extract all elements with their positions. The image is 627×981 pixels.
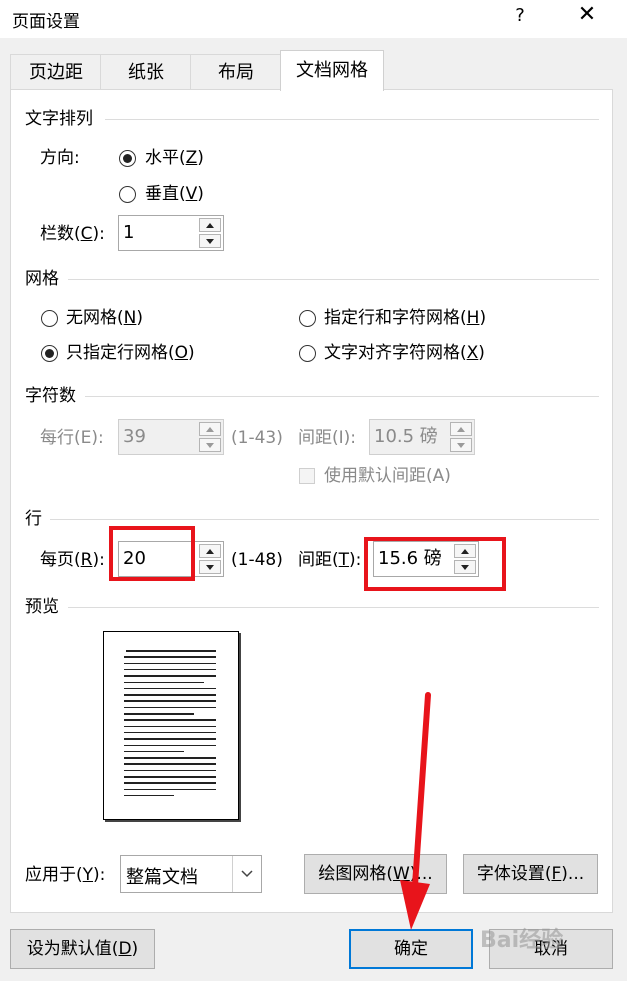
preview-line — [124, 769, 216, 772]
lines-range: (1-48) — [231, 550, 283, 570]
char-pitch-down-arrow-icon — [450, 438, 472, 452]
section-heading-characters: 字符数 — [25, 386, 76, 406]
preview-line — [124, 662, 216, 665]
preview-line — [124, 776, 216, 778]
preview-line — [124, 675, 216, 677]
tab-panel — [10, 89, 613, 913]
radio-no-grid[interactable] — [41, 310, 58, 327]
preview-line — [124, 738, 216, 740]
columns-up-arrow-icon[interactable] — [199, 218, 221, 232]
preview-line — [124, 731, 216, 734]
lines-per-page-label: 每页(R): — [40, 550, 105, 570]
radio-no-grid-label[interactable]: 无网格(N) — [66, 307, 143, 329]
radio-snap-to-char-grid[interactable] — [299, 345, 316, 362]
section-heading-preview: 预览 — [25, 597, 59, 617]
char-pitch-spinner: 10.5 磅 — [369, 419, 475, 455]
section-heading-text-direction: 文字排列 — [25, 109, 93, 129]
radio-horizontal[interactable] — [119, 150, 136, 167]
columns-label: 栏数(C): — [40, 224, 105, 244]
lines-down-arrow-icon[interactable] — [199, 560, 221, 574]
highlight-box-line-pitch — [364, 537, 506, 591]
columns-value[interactable]: 1 — [123, 222, 134, 244]
section-heading-lines: 行 — [25, 509, 42, 529]
separator — [50, 519, 599, 520]
separator — [105, 119, 599, 120]
separator — [85, 396, 599, 397]
preview-line — [124, 681, 204, 683]
preview-line — [124, 700, 216, 702]
radio-line-and-char-grid-label[interactable]: 指定行和字符网格(H) — [324, 307, 486, 329]
dialog-title: 页面设置 — [12, 12, 80, 32]
direction-label: 方向: — [40, 148, 80, 168]
separator — [68, 279, 599, 280]
preview-line — [124, 694, 216, 696]
page-preview — [103, 631, 239, 820]
tab-margins[interactable]: 页边距 — [10, 54, 102, 91]
annotation-arrow-icon — [400, 692, 431, 930]
chars-per-line-value: 39 — [123, 426, 146, 447]
set-default-button[interactable]: 设为默认值(D) — [10, 929, 155, 969]
use-default-pitch-label: 使用默认间距(A) — [324, 466, 451, 486]
preview-line — [124, 687, 216, 690]
preview-line — [124, 706, 216, 709]
help-button[interactable]: ? — [510, 5, 530, 26]
preview-line — [124, 713, 194, 715]
watermark-logo: Bai经验 — [480, 928, 564, 953]
preview-line — [124, 788, 216, 791]
font-settings-button[interactable]: 字体设置(F)... — [463, 854, 598, 894]
radio-line-grid-only-label[interactable]: 只指定行网格(O) — [66, 342, 195, 364]
chars-up-arrow-icon — [199, 422, 221, 436]
chars-range: (1-43) — [231, 428, 283, 448]
radio-horizontal-label[interactable]: 水平(Z) — [145, 147, 204, 169]
columns-down-arrow-icon[interactable] — [199, 234, 221, 248]
preview-line — [124, 656, 216, 658]
title-bar — [0, 0, 627, 38]
apply-to-select[interactable]: 整篇文档 — [120, 855, 262, 893]
apply-to-label: 应用于(Y): — [25, 865, 106, 885]
line-pitch-label: 间距(T): — [298, 550, 362, 570]
chars-per-line-spinner: 39 — [118, 419, 224, 455]
preview-line — [124, 757, 216, 759]
preview-line — [124, 763, 216, 765]
highlight-box-lines-per-page — [109, 526, 195, 581]
preview-line — [124, 744, 216, 746]
chars-per-line-label: 每行(E): — [40, 428, 104, 448]
preview-line — [124, 719, 216, 721]
preview-line — [124, 794, 174, 797]
radio-line-grid-only[interactable] — [41, 345, 58, 362]
use-default-pitch-checkbox — [299, 468, 315, 484]
chevron-down-icon[interactable] — [232, 856, 261, 892]
lines-up-arrow-icon[interactable] — [199, 544, 221, 558]
apply-to-value: 整篇文档 — [126, 867, 198, 888]
tab-paper[interactable]: 纸张 — [100, 54, 192, 91]
char-pitch-up-arrow-icon — [450, 422, 472, 436]
separator — [68, 607, 599, 608]
preview-line — [124, 725, 216, 728]
columns-spinner[interactable]: 1 — [118, 215, 224, 251]
radio-snap-to-char-grid-label[interactable]: 文字对齐字符网格(X) — [324, 342, 485, 364]
preview-line — [124, 668, 216, 671]
preview-line — [124, 750, 184, 753]
char-pitch-value: 10.5 磅 — [374, 426, 438, 447]
section-heading-grid: 网格 — [25, 269, 59, 289]
close-icon[interactable]: ✕ — [572, 2, 602, 27]
preview-line — [124, 782, 216, 784]
chars-down-arrow-icon — [199, 438, 221, 452]
radio-vertical-label[interactable]: 垂直(V) — [145, 183, 204, 205]
tab-document-grid[interactable]: 文档网格 — [280, 50, 384, 91]
preview-line — [126, 650, 216, 652]
char-pitch-label: 间距(I): — [298, 428, 357, 448]
radio-line-and-char-grid[interactable] — [299, 310, 316, 327]
tab-layout[interactable]: 布局 — [190, 54, 282, 91]
radio-vertical[interactable] — [119, 186, 136, 203]
